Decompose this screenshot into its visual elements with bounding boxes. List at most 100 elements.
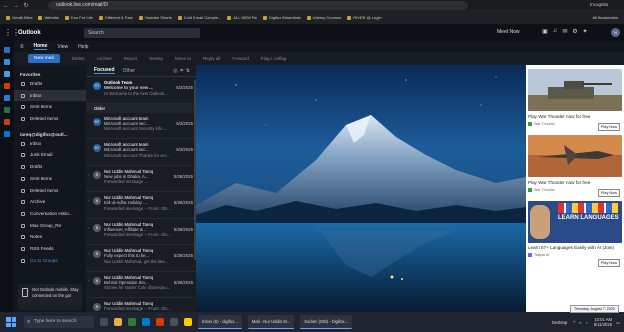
sweep-button[interactable]: Sweep bbox=[149, 56, 163, 61]
folder-inbox[interactable]: Inbox bbox=[14, 89, 86, 102]
reload-icon[interactable]: ↻ bbox=[22, 2, 30, 10]
message-row[interactable]: › N Nur Uddin Mahmud Tareq Fully expect … bbox=[86, 245, 196, 272]
bookmark-item[interactable]: Udemy Courses bbox=[306, 15, 341, 20]
folder-item[interactable]: Junk Email bbox=[14, 149, 86, 161]
chevron-right-icon[interactable]: › bbox=[88, 278, 89, 283]
mail-icon[interactable] bbox=[4, 47, 10, 53]
account-header[interactable]: tareq@digifox@outl... bbox=[14, 125, 86, 138]
search-input[interactable]: Search bbox=[84, 28, 200, 38]
flag-button[interactable]: Flag / Unflag bbox=[261, 56, 287, 61]
archive-button[interactable]: Archive bbox=[97, 56, 112, 61]
taskbar-search[interactable]: Type here to search bbox=[24, 316, 94, 328]
chevron-right-icon[interactable]: › bbox=[88, 251, 89, 256]
tab-home[interactable]: Home bbox=[33, 43, 48, 50]
folder-item[interactable]: Archive bbox=[14, 196, 86, 208]
chevron-right-icon[interactable]: › bbox=[88, 225, 89, 230]
forward-button[interactable]: Forward bbox=[232, 56, 249, 61]
task-view-icon[interactable] bbox=[100, 318, 108, 326]
wifi-icon[interactable]: ≈ bbox=[579, 320, 581, 325]
taskbar-app[interactable]: Mail - Nur Uddin M... bbox=[247, 315, 295, 329]
notification-icon[interactable]: ▭ bbox=[616, 320, 620, 325]
message-row[interactable]: N Nur Uddin Mahmud Tareq Forwarded messa… bbox=[86, 298, 196, 312]
chevron-right-icon[interactable]: › bbox=[88, 172, 89, 177]
message-row[interactable]: › N Nur Uddin Mahmud Tareq Eid-ul-Adha H… bbox=[86, 192, 196, 219]
tab-focused[interactable]: Focused bbox=[94, 67, 115, 74]
chrome-icon[interactable] bbox=[128, 318, 136, 326]
message-row[interactable]: › N Nur Uddin Mahmud Tareq New jobs in D… bbox=[86, 166, 196, 192]
folder-item[interactable]: Sent Items bbox=[14, 173, 86, 185]
message-row[interactable]: OT Outlook Team Welcome to your new ... 6… bbox=[86, 77, 196, 104]
word-icon[interactable] bbox=[4, 95, 10, 101]
calendar-icon[interactable] bbox=[4, 59, 10, 65]
meet-now-button[interactable]: Meet Now bbox=[497, 29, 520, 35]
bell-icon[interactable]: ♫ bbox=[550, 28, 560, 35]
folder-deleted[interactable]: Deleted Items bbox=[14, 113, 86, 125]
folder-sent[interactable]: Sent Items bbox=[14, 101, 86, 113]
bookmark-item[interactable]: Gmail Sites bbox=[6, 15, 32, 20]
bookmark-item[interactable]: Different & Fast bbox=[98, 15, 133, 20]
bookmark-item[interactable]: Duo For Life bbox=[64, 15, 93, 20]
desktop-label[interactable]: Desktop bbox=[552, 320, 567, 325]
ad-cta-button[interactable]: Play Now bbox=[597, 123, 620, 131]
go-to-groups-link[interactable]: Go to Groups bbox=[14, 255, 86, 267]
avatar[interactable]: N bbox=[611, 28, 620, 37]
volume-icon[interactable]: ♪ bbox=[586, 320, 588, 325]
clock[interactable]: 10:01 AM 6/11/2025 bbox=[594, 317, 612, 327]
megaphone-icon[interactable]: ✉ bbox=[560, 28, 570, 35]
mobile-promo[interactable]: Get Outlook mobile. Stay connected on th… bbox=[18, 284, 82, 310]
new-mail-button[interactable]: New mail bbox=[28, 54, 60, 63]
gear-icon[interactable]: ⚙ bbox=[570, 28, 580, 35]
taskbar-app[interactable]: Inbox (6) - digifox... bbox=[198, 315, 242, 329]
message-row[interactable]: › N Nur Uddin Mahmud Tareq Influencer, A… bbox=[86, 219, 196, 245]
ad-card[interactable]: Play War Thunder now for free War Thunde… bbox=[528, 135, 622, 197]
bookmark-item[interactable]: Youtube Shorts bbox=[138, 15, 172, 20]
message-row[interactable]: MT Microsoft account team Microsoft acco… bbox=[86, 113, 196, 139]
office-icon[interactable] bbox=[4, 83, 10, 89]
teams-icon[interactable]: ▣ bbox=[540, 28, 550, 35]
message-row[interactable]: › N Nur Uddin Mahmud Tareq Behind Operat… bbox=[86, 272, 196, 298]
folder-item[interactable]: Conversation Histo... bbox=[14, 208, 86, 220]
onedrive-icon[interactable] bbox=[4, 131, 10, 137]
forward-icon[interactable]: → bbox=[12, 2, 20, 10]
tab-view[interactable]: View bbox=[57, 44, 68, 50]
menu-icon[interactable]: ≡ bbox=[20, 44, 24, 50]
bookmark-item[interactable]: RIVER @ Login bbox=[347, 15, 382, 20]
powerpoint-icon[interactable] bbox=[4, 119, 10, 125]
windows-start-icon[interactable] bbox=[6, 317, 16, 327]
bookmark-item[interactable]: Cold Email Comple... bbox=[177, 15, 221, 20]
move-to-button[interactable]: Move to bbox=[175, 56, 191, 61]
file-explorer-icon[interactable] bbox=[114, 318, 122, 326]
ad-card[interactable]: Play War Thunder now for free War Thunde… bbox=[528, 69, 622, 131]
bookmark-item[interactable]: Website bbox=[38, 15, 59, 20]
folder-item[interactable]: Inbox bbox=[14, 138, 86, 150]
app-launcher-icon[interactable]: ⋮⋮ bbox=[4, 28, 20, 37]
back-icon[interactable]: ← bbox=[2, 2, 10, 10]
excel-icon[interactable] bbox=[4, 107, 10, 113]
ad-cta-button[interactable]: Play Now bbox=[597, 259, 620, 267]
folder-item[interactable]: Drafts bbox=[14, 161, 86, 173]
chrome-profile-icon[interactable] bbox=[184, 318, 192, 326]
office-icon[interactable] bbox=[156, 318, 164, 326]
ad-card[interactable]: LEARN LANGUAGES Learn 57+ Languages Easi… bbox=[528, 201, 622, 267]
folder-item[interactable]: Max Group_Re bbox=[14, 220, 86, 232]
all-bookmarks[interactable]: All Bookmarks bbox=[592, 13, 618, 22]
bookmark-item[interactable]: Digifox Essentials bbox=[263, 15, 301, 20]
folder-item[interactable]: RSS Feeds bbox=[14, 243, 86, 255]
folder-item[interactable]: Notes bbox=[14, 231, 86, 243]
section-older[interactable]: Older bbox=[86, 103, 196, 113]
message-row[interactable]: MT Microsoft account team Microsoft acco… bbox=[86, 139, 196, 166]
chevron-up-icon[interactable]: ^ bbox=[573, 320, 575, 325]
taskbar-app[interactable]: Sodom (DM) - Digifox... bbox=[300, 315, 352, 329]
tab-other[interactable]: Other bbox=[123, 68, 136, 74]
favorites-header[interactable]: Favorites bbox=[14, 65, 86, 78]
people-icon[interactable] bbox=[4, 71, 10, 77]
bookmark-item[interactable]: ALL NEW Re bbox=[227, 15, 257, 20]
reply-all-button[interactable]: Reply all bbox=[203, 56, 220, 61]
address-bar[interactable]: outlook.live.com/mail/0/ bbox=[48, 1, 468, 10]
tab-help[interactable]: Help bbox=[78, 44, 88, 50]
delete-button[interactable]: Delete bbox=[72, 56, 85, 61]
sort-icon[interactable]: ⇅ bbox=[186, 68, 192, 74]
folder-drafts[interactable]: Drafts bbox=[14, 78, 86, 90]
report-button[interactable]: Report bbox=[124, 56, 138, 61]
ad-cta-button[interactable]: Play Now bbox=[597, 189, 620, 197]
